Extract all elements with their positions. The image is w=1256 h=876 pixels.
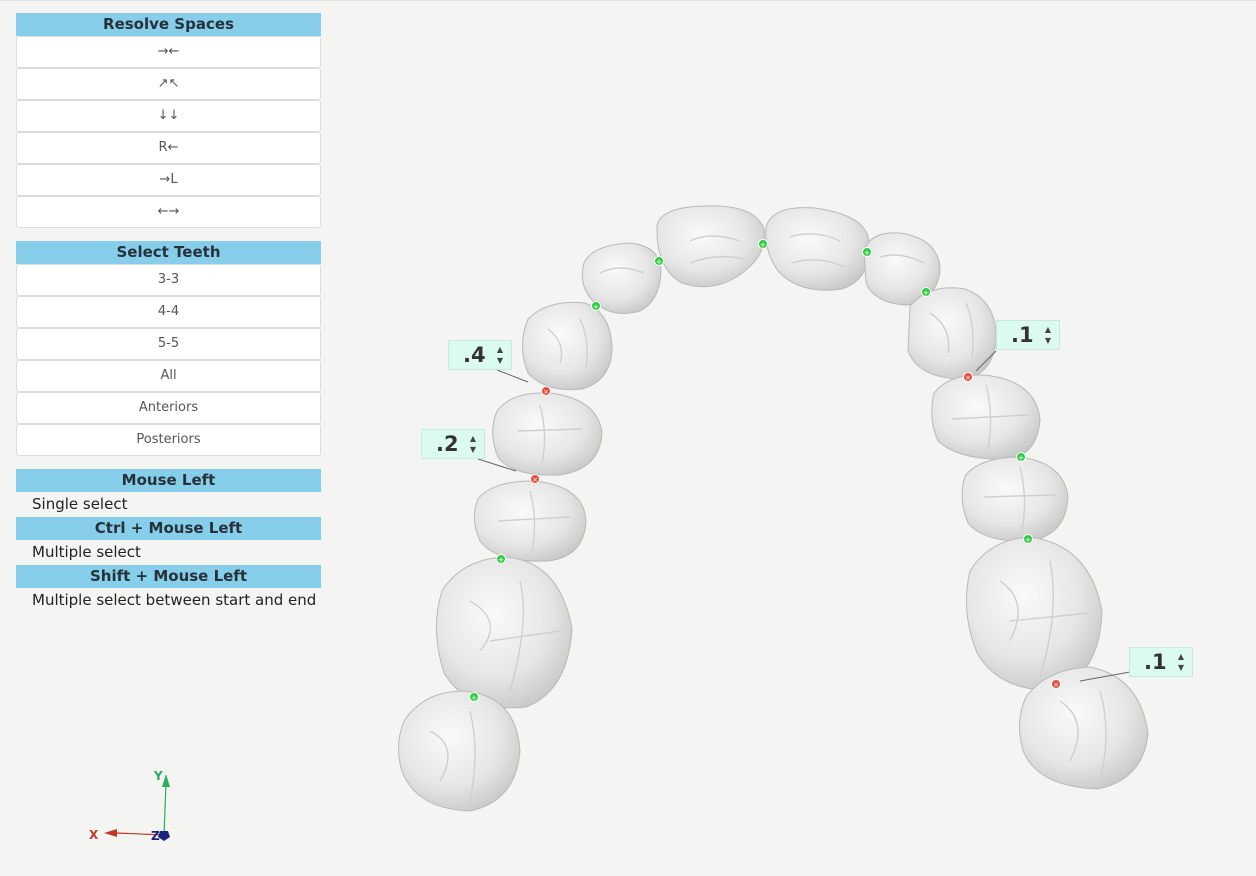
spinner-up-icon[interactable]: ▲ [470, 434, 476, 443]
space-value: .2 [436, 432, 459, 456]
teeth-group [398, 205, 1149, 812]
axis-gizmo: Y X Z [89, 769, 170, 843]
space-value: .1 [1144, 650, 1167, 674]
contact-point-ok[interactable]: + [758, 239, 768, 250]
y-axis-arrow [162, 774, 170, 787]
spinner-arrows[interactable]: ▲ ▼ [1176, 651, 1186, 673]
tooth[interactable] [1019, 666, 1149, 790]
svg-text:+: + [593, 303, 600, 312]
svg-text:+: + [498, 556, 505, 565]
svg-text:+: + [656, 258, 663, 267]
space-value: .4 [463, 343, 486, 367]
x-axis-arrow [104, 829, 117, 837]
svg-text:+: + [1018, 454, 1025, 463]
space-value-spinner[interactable]: .1 ▲ ▼ [1129, 647, 1193, 677]
viewport-3d[interactable]: + + + + + × × × + + + × + Y X Z .4 ▲ ▼ .… [0, 1, 1256, 876]
contact-point-gap[interactable]: × [1051, 679, 1061, 690]
spinner-arrows[interactable]: ▲ ▼ [1043, 324, 1053, 346]
spinner-arrows[interactable]: ▲ ▼ [495, 344, 505, 366]
y-axis-line [163, 782, 167, 836]
spinner-up-icon[interactable]: ▲ [497, 345, 503, 354]
contact-point-ok[interactable]: + [654, 256, 664, 267]
svg-text:×: × [965, 374, 971, 382]
tooth[interactable] [961, 456, 1069, 542]
space-value-spinner[interactable]: .2 ▲ ▼ [421, 429, 485, 459]
contact-point-ok[interactable]: + [496, 554, 506, 565]
svg-text:×: × [1053, 681, 1059, 689]
contact-point-gap[interactable]: × [541, 386, 551, 397]
x-axis-label: X [89, 828, 99, 842]
z-axis-marker [158, 831, 170, 841]
svg-text:+: + [760, 241, 767, 250]
tooth[interactable] [765, 207, 870, 291]
spinner-arrows[interactable]: ▲ ▼ [468, 433, 478, 455]
space-value: .1 [1011, 323, 1034, 347]
space-value-spinner[interactable]: .4 ▲ ▼ [448, 340, 512, 370]
contact-point-ok[interactable]: + [1016, 452, 1026, 463]
contact-point-ok[interactable]: + [1023, 534, 1033, 545]
space-value-spinner[interactable]: .1 ▲ ▼ [996, 320, 1060, 350]
tooth[interactable] [492, 392, 603, 476]
z-axis-label: Z [151, 829, 160, 843]
spinner-up-icon[interactable]: ▲ [1178, 652, 1184, 661]
spinner-down-icon[interactable]: ▼ [1045, 336, 1051, 345]
spinner-down-icon[interactable]: ▼ [497, 356, 503, 365]
svg-text:×: × [532, 476, 538, 484]
svg-text:+: + [923, 289, 930, 298]
tooth[interactable] [398, 690, 521, 812]
contact-point-ok[interactable]: + [591, 301, 601, 312]
svg-text:+: + [1025, 536, 1032, 545]
tooth[interactable] [522, 301, 613, 391]
spinner-down-icon[interactable]: ▼ [1178, 663, 1184, 672]
contact-point-ok[interactable]: + [862, 247, 872, 258]
tooth[interactable] [907, 287, 997, 380]
dental-arch-view[interactable]: + + + + + × × × + + + × + Y X Z [0, 1, 1256, 876]
contact-point-gap[interactable]: × [963, 372, 973, 383]
y-axis-label: Y [153, 769, 163, 783]
svg-text:+: + [864, 249, 871, 258]
spinner-up-icon[interactable]: ▲ [1045, 325, 1051, 334]
contact-point-ok[interactable]: + [469, 692, 479, 703]
spinner-down-icon[interactable]: ▼ [470, 445, 476, 454]
tooth[interactable] [656, 205, 765, 288]
contact-point-ok[interactable]: + [921, 287, 931, 298]
contact-point-gap[interactable]: × [530, 474, 540, 485]
svg-text:+: + [471, 694, 478, 703]
svg-text:×: × [543, 388, 549, 396]
